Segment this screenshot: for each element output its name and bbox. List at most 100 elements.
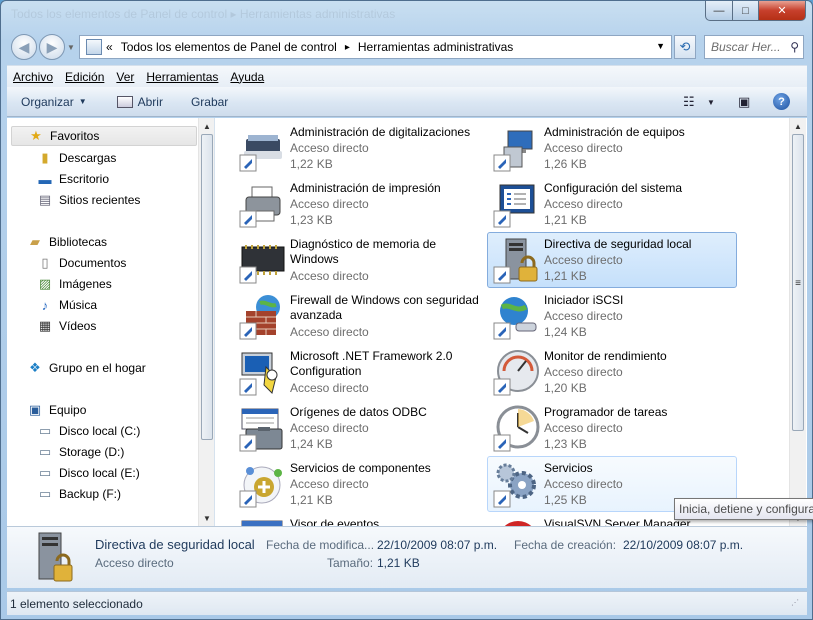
size-label: Tamaño: <box>327 556 374 570</box>
nav-backup-f[interactable]: ▭ Backup (F:) <box>37 484 121 504</box>
event-viewer-icon <box>238 517 286 526</box>
nav-scroll-thumb[interactable] <box>201 134 213 440</box>
close-button[interactable]: ✕ <box>758 1 806 21</box>
file-tile[interactable]: Microsoft .NET Framework 2.0 Configurati… <box>233 344 483 400</box>
refresh-button[interactable]: ⟲ <box>674 35 696 59</box>
back-button[interactable]: ◀ <box>11 34 37 60</box>
menu-ver[interactable]: Ver <box>116 70 134 84</box>
breadcrumb-control-panel[interactable]: Todos los elementos de Panel de control <box>121 40 337 54</box>
nav-favoritos[interactable]: ★ Favoritos <box>11 126 197 146</box>
file-tile[interactable]: Administración de equipos Acceso directo… <box>487 120 737 176</box>
nav-grupo-hogar[interactable]: ❖ Grupo en el hogar <box>27 358 146 378</box>
iscsi-icon <box>492 293 540 341</box>
libraries-icon: ▰ <box>30 234 40 249</box>
details-file-type: Acceso directo <box>95 556 174 570</box>
recent-places-icon: ▤ <box>38 192 52 207</box>
explorer-window: Todos los elementos de Panel de control … <box>0 0 813 620</box>
organize-button[interactable]: Organizar ▼ <box>21 95 87 109</box>
command-bar: Organizar ▼ Abrir Grabar ☷ ▼ ▣ ? <box>7 87 807 117</box>
drive-icon: ▭ <box>38 465 52 480</box>
star-icon: ★ <box>30 128 42 143</box>
nav-storage-d[interactable]: ▭ Storage (D:) <box>37 442 125 462</box>
search-placeholder: Buscar Her... <box>711 40 781 54</box>
status-text: 1 elemento seleccionado <box>10 596 143 611</box>
status-bar: 1 elemento seleccionado ⋰ <box>7 591 807 615</box>
address-bar[interactable]: « Todos los elementos de Panel de contro… <box>79 35 672 59</box>
nav-descargas[interactable]: ▮ Descargas <box>37 148 116 168</box>
pictures-icon: ▨ <box>38 276 52 291</box>
nav-videos[interactable]: ▦ Vídeos <box>37 316 97 336</box>
file-tile[interactable]: Iniciador iSCSI Acceso directo 1,24 KB <box>487 288 737 344</box>
maximize-button[interactable]: □ <box>732 1 759 21</box>
modified-label: Fecha de modifica... <box>266 538 375 552</box>
file-tile[interactable]: Programador de tareas Acceso directo 1,2… <box>487 400 737 456</box>
security-policy-icon <box>492 237 540 285</box>
file-tile[interactable]: Configuración del sistema Acceso directo… <box>487 176 737 232</box>
recent-pages-dropdown[interactable]: ▼ <box>67 43 75 52</box>
details-pane: Directiva de seguridad local Acceso dire… <box>7 526 807 588</box>
menu-ayuda[interactable]: Ayuda <box>230 70 264 84</box>
breadcrumb-admin-tools[interactable]: Herramientas administrativas <box>358 40 513 54</box>
burn-button[interactable]: Grabar <box>191 95 228 109</box>
view-dropdown-icon[interactable]: ▼ <box>707 98 715 107</box>
nav-documentos[interactable]: ▯ Documentos <box>37 253 126 273</box>
visualsvn-icon <box>492 517 540 526</box>
menu-edicion[interactable]: Edición <box>65 70 104 84</box>
file-tile[interactable]: Orígenes de datos ODBC Acceso directo 1,… <box>233 400 483 456</box>
scroll-up-icon[interactable]: ▲ <box>790 118 806 134</box>
open-button[interactable]: Abrir <box>116 95 163 109</box>
drive-icon: ▭ <box>38 486 52 501</box>
search-input[interactable]: Buscar Her... ⚲ <box>704 35 804 59</box>
window-title: Todos los elementos de Panel de control … <box>11 7 396 21</box>
scroll-down-icon[interactable]: ▼ <box>199 510 214 526</box>
breadcrumb-separator[interactable]: ▸ <box>345 42 350 53</box>
nav-sitios-recientes[interactable]: ▤ Sitios recientes <box>37 190 141 210</box>
nav-disco-e[interactable]: ▭ Disco local (E:) <box>37 463 140 483</box>
documents-icon: ▯ <box>41 255 49 270</box>
file-tile[interactable]: Administración de digitalizaciones Acces… <box>233 120 483 176</box>
modified-value: 22/10/2009 08:07 p.m. <box>377 538 498 552</box>
file-tile[interactable]: Diagnóstico de memoria de Windows Acceso… <box>233 232 483 288</box>
dotnet-config-icon <box>238 349 286 397</box>
nav-bibliotecas[interactable]: ▰ Bibliotecas <box>27 232 107 252</box>
file-tile-selected[interactable]: Directiva de seguridad local Acceso dire… <box>487 232 737 288</box>
preview-pane-icon[interactable]: ▣ <box>738 94 750 110</box>
content-scrollbar[interactable]: ▲ ≡ ▼ <box>789 118 806 526</box>
computer-icon: ▣ <box>28 402 42 417</box>
help-icon[interactable]: ? <box>773 93 790 110</box>
gears-icon <box>492 461 540 509</box>
forward-button[interactable]: ▶ <box>39 34 65 60</box>
menu-archivo[interactable]: Archivo <box>13 70 53 84</box>
address-dropdown-icon[interactable]: ▼ <box>656 41 665 51</box>
scroll-up-icon[interactable]: ▲ <box>199 118 214 134</box>
view-options-icon[interactable]: ☷ <box>683 94 695 110</box>
nav-imagenes[interactable]: ▨ Imágenes <box>37 274 112 294</box>
title-bar[interactable]: Todos los elementos de Panel de control … <box>1 1 812 29</box>
nav-equipo[interactable]: ▣ Equipo <box>27 400 87 420</box>
chevron-down-icon: ▼ <box>78 97 87 106</box>
search-icon[interactable]: ⚲ <box>790 40 799 54</box>
nav-escritorio[interactable]: ▬ Escritorio <box>37 169 110 189</box>
resize-grip-icon[interactable]: ⋰ <box>791 598 803 610</box>
videos-icon: ▦ <box>38 318 52 333</box>
file-tile[interactable]: Administración de impresión Acceso direc… <box>233 176 483 232</box>
file-list: Administración de digitalizaciones Acces… <box>215 118 807 526</box>
drive-windows-icon: ▭ <box>38 423 52 438</box>
security-policy-icon <box>31 531 79 585</box>
file-tile[interactable]: Monitor de rendimiento Acceso directo 1,… <box>487 344 737 400</box>
size-value: 1,21 KB <box>377 556 420 570</box>
minimize-button[interactable]: — <box>705 1 733 21</box>
breadcrumb-overflow[interactable]: « <box>106 40 113 54</box>
nav-musica[interactable]: ♪ Música <box>37 295 97 315</box>
file-tile[interactable]: Servicios de componentes Acceso directo … <box>233 456 483 512</box>
created-value: 22/10/2009 08:07 p.m. <box>623 538 744 552</box>
nav-scrollbar[interactable]: ▲ ▼ <box>198 118 214 526</box>
nav-disco-c[interactable]: ▭ Disco local (C:) <box>37 421 141 441</box>
component-services-icon <box>238 461 286 509</box>
file-tile[interactable]: Visor de eventos <box>233 512 483 526</box>
menu-herramientas[interactable]: Herramientas <box>146 70 218 84</box>
printer-icon <box>238 181 286 229</box>
odbc-icon <box>238 405 286 453</box>
file-tile[interactable]: Firewall de Windows con seguridad avanza… <box>233 288 483 344</box>
tooltip: Inicia, detiene y configura <box>674 498 813 520</box>
